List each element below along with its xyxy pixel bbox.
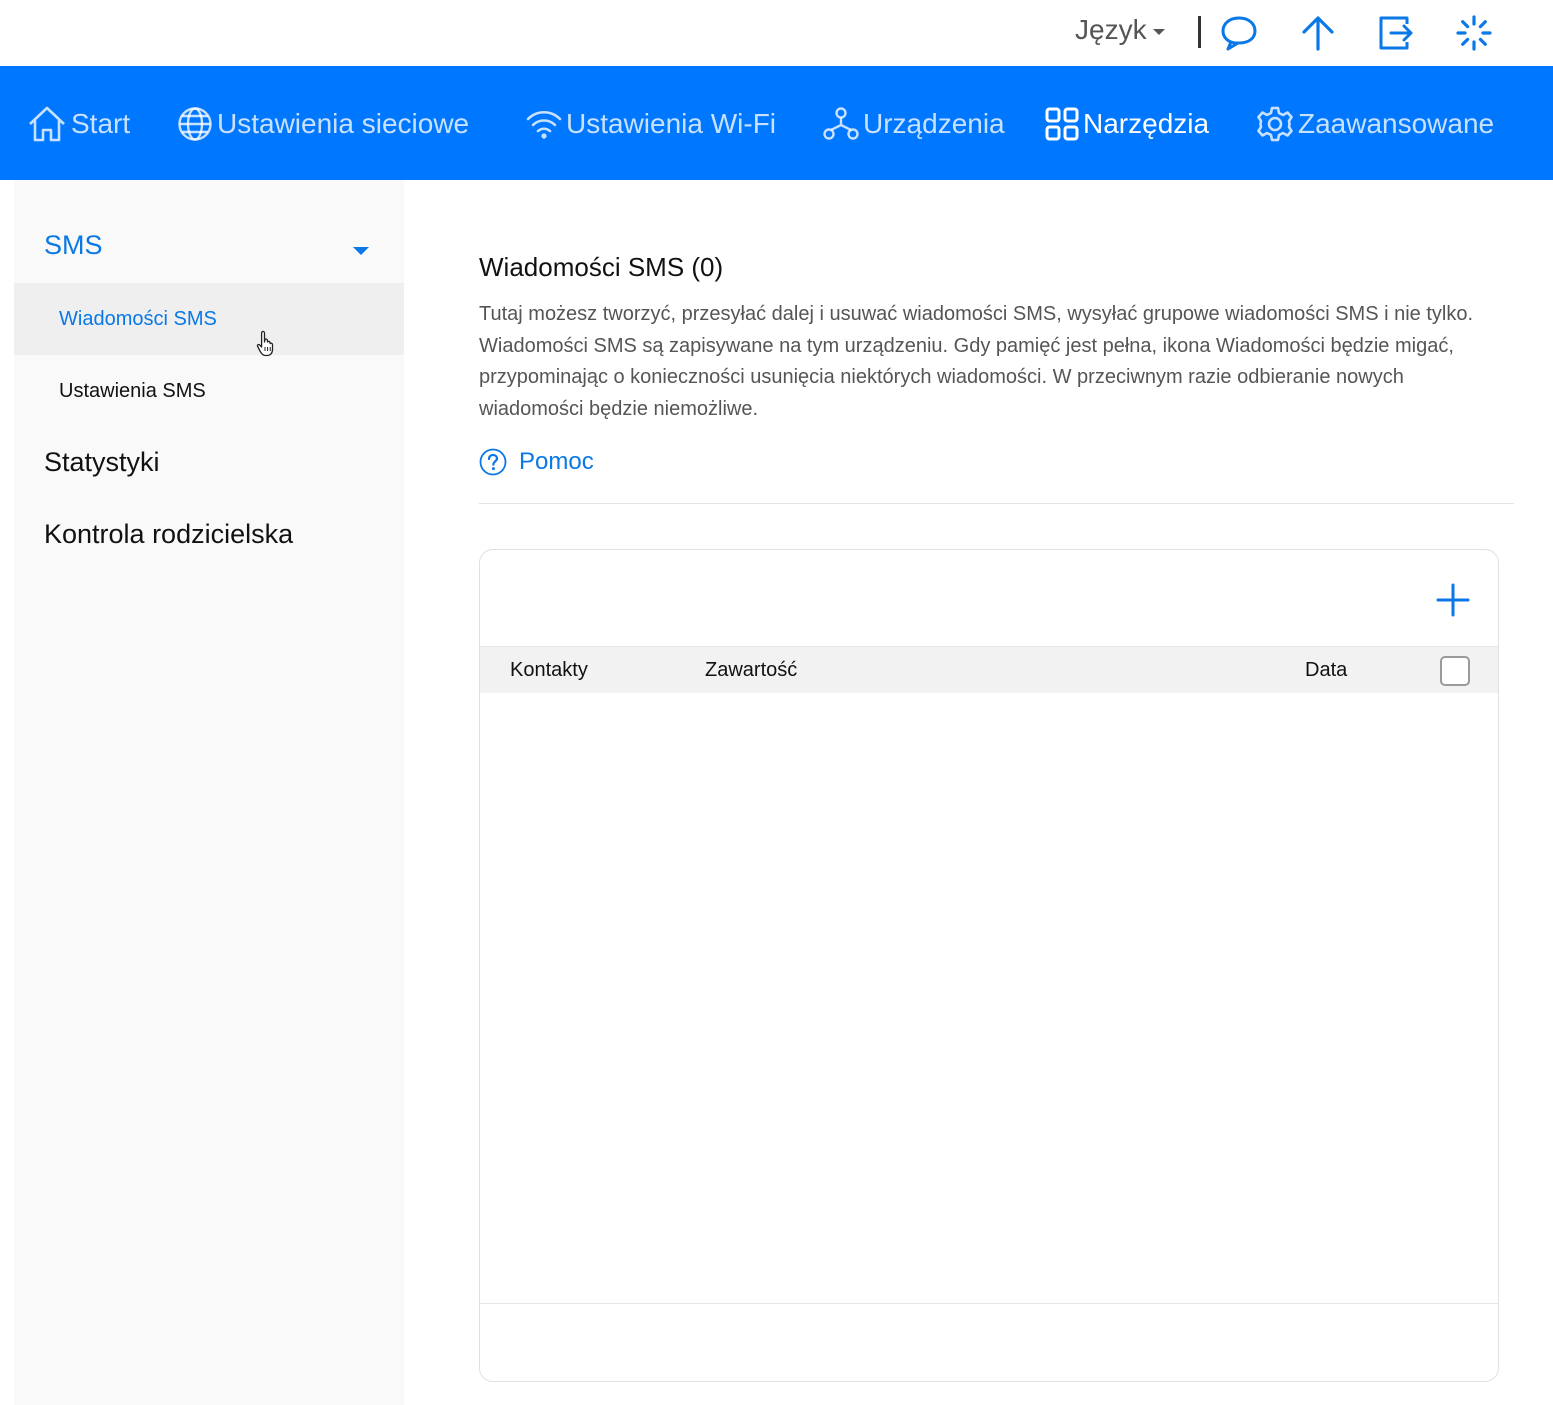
help-link[interactable]: Pomoc	[479, 448, 594, 476]
nav-item-tools[interactable]: Narzędzia	[1045, 102, 1209, 146]
table-header: Kontakty Zawartość Data	[480, 646, 1498, 693]
home-icon	[29, 106, 65, 142]
sidebar-group-sms[interactable]: SMS	[44, 230, 103, 261]
nav-item-advanced[interactable]: Zaawansowane	[1256, 102, 1494, 146]
nav-item-label: Ustawienia sieciowe	[217, 108, 470, 139]
question-circle-icon	[479, 448, 507, 476]
upload-arrow-icon[interactable]	[1299, 14, 1337, 52]
gear-icon	[1257, 106, 1293, 142]
sidebar-group-label: Kontrola rodzicielska	[44, 519, 294, 549]
main-nav: Start Ustawienia sieciowe Ustawienia Wi-…	[0, 66, 1553, 180]
sms-table-card: Kontakty Zawartość Data	[479, 549, 1499, 1382]
help-label: Pomoc	[519, 448, 594, 475]
table-footer-divider	[480, 1303, 1498, 1304]
sidebar-group-label: Statystyki	[44, 447, 160, 477]
sidebar-item-sms-settings[interactable]: Ustawienia SMS	[14, 355, 404, 427]
top-utility-bar: Język	[0, 0, 1553, 66]
loading-spinner-icon[interactable]	[1455, 14, 1493, 52]
nav-item-wifi-settings[interactable]: Ustawienia Wi-Fi	[526, 102, 776, 146]
divider	[1198, 16, 1201, 48]
sidebar: SMS Wiadomości SMS Ustawienia SMS Statys…	[14, 180, 404, 1405]
add-message-button[interactable]	[1435, 582, 1471, 618]
sidebar-group-parental-control[interactable]: Kontrola rodzicielska	[44, 519, 293, 550]
devices-icon	[823, 107, 859, 140]
language-label: Język	[1075, 14, 1147, 45]
grid-icon	[1045, 107, 1079, 141]
wifi-icon	[526, 110, 562, 139]
page-description: Tutaj możesz tworzyć, przesyłać dalej i …	[479, 303, 1474, 420]
globe-icon	[178, 107, 212, 141]
column-header-content[interactable]: Zawartość	[705, 659, 797, 682]
nav-item-devices[interactable]: Urządzenia	[823, 102, 1005, 146]
language-selector[interactable]: Język	[1075, 14, 1165, 46]
sidebar-item-label: Ustawienia SMS	[59, 379, 206, 402]
sidebar-item-label: Wiadomości SMS	[59, 307, 217, 330]
column-header-contacts[interactable]: Kontakty	[510, 659, 588, 682]
nav-item-label: Ustawienia Wi-Fi	[566, 108, 777, 139]
chat-bubble-icon[interactable]	[1220, 14, 1258, 52]
page-title: Wiadomości SMS (0)	[479, 252, 724, 282]
nav-item-network-settings[interactable]: Ustawienia sieciowe	[177, 102, 469, 146]
logout-icon[interactable]	[1377, 14, 1415, 52]
nav-item-label: Start	[71, 108, 131, 139]
sidebar-group-label: SMS	[44, 230, 103, 260]
nav-item-label: Urządzenia	[863, 108, 1005, 139]
column-header-date[interactable]: Data	[1305, 659, 1347, 682]
select-all-checkbox[interactable]	[1440, 656, 1470, 686]
hand-cursor-icon	[256, 330, 274, 357]
chevron-down-icon	[1152, 28, 1165, 35]
sidebar-item-sms-messages[interactable]: Wiadomości SMS	[14, 283, 404, 355]
nav-item-start[interactable]: Start	[27, 102, 130, 146]
sidebar-group-statistics[interactable]: Statystyki	[44, 447, 160, 478]
chevron-down-icon[interactable]	[353, 247, 369, 255]
nav-item-label: Zaawansowane	[1298, 108, 1495, 139]
divider	[479, 503, 1514, 504]
nav-item-label: Narzędzia	[1083, 108, 1210, 139]
